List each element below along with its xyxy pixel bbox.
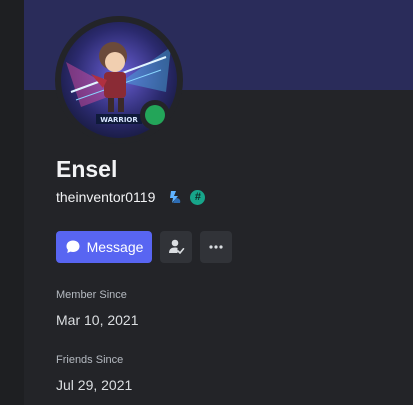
- user-profile-panel: WARRIOR Ensel theinventor0119 # Message: [24, 0, 413, 405]
- friends-since-label: Friends Since: [56, 354, 124, 366]
- message-button[interactable]: Message: [56, 231, 152, 263]
- online-status-icon: [145, 105, 165, 125]
- member-since-value: Mar 10, 2021: [56, 312, 139, 328]
- username[interactable]: theinventor0119: [56, 189, 155, 205]
- message-button-label: Message: [86, 239, 144, 255]
- hashtag-badge-icon[interactable]: #: [190, 189, 206, 205]
- chat-bubble-icon: [66, 240, 80, 253]
- friend-status-button[interactable]: [160, 231, 192, 263]
- boost-badge-icon[interactable]: [167, 189, 183, 205]
- member-since-label: Member Since: [56, 289, 127, 301]
- avatar-caption: WARRIOR: [100, 116, 138, 124]
- more-options-button[interactable]: [200, 231, 232, 263]
- more-dots-icon: [209, 245, 223, 249]
- display-name: Ensel: [56, 156, 118, 182]
- friend-check-icon: [169, 239, 185, 254]
- username-row: theinventor0119 #: [56, 186, 206, 208]
- friends-since-value: Jul 29, 2021: [56, 377, 133, 393]
